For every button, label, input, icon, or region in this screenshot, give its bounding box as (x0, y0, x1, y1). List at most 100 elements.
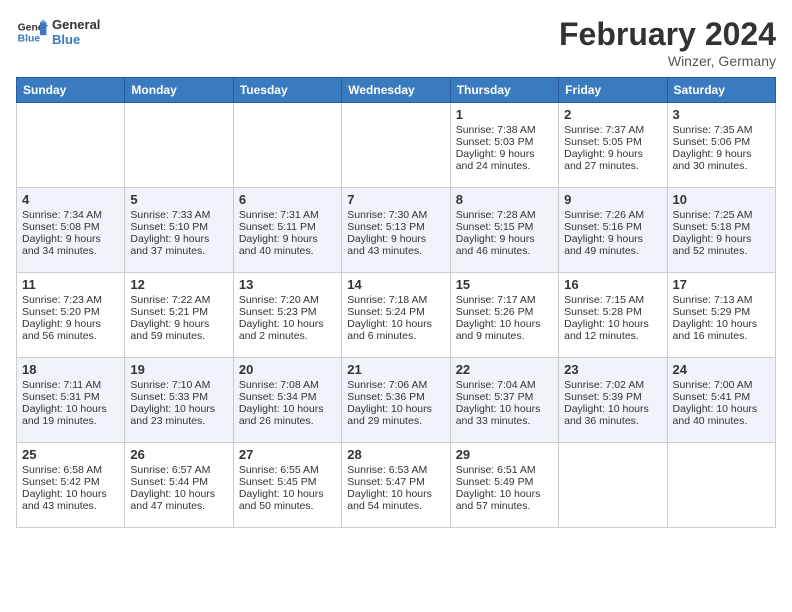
calendar-cell: 4Sunrise: 7:34 AMSunset: 5:08 PMDaylight… (17, 188, 125, 273)
day-number: 14 (347, 277, 444, 292)
calendar-cell: 27Sunrise: 6:55 AMSunset: 5:45 PMDayligh… (233, 443, 341, 528)
header-row: SundayMondayTuesdayWednesdayThursdayFrid… (17, 78, 776, 103)
day-info: Sunset: 5:39 PM (564, 391, 661, 403)
day-info: Sunset: 5:29 PM (673, 306, 770, 318)
day-number: 3 (673, 107, 770, 122)
day-info: Sunrise: 7:13 AM (673, 294, 770, 306)
day-info: Daylight: 10 hours and 57 minutes. (456, 488, 553, 512)
calendar-cell (342, 103, 450, 188)
calendar-cell: 11Sunrise: 7:23 AMSunset: 5:20 PMDayligh… (17, 273, 125, 358)
week-row-5: 25Sunrise: 6:58 AMSunset: 5:42 PMDayligh… (17, 443, 776, 528)
calendar-cell: 10Sunrise: 7:25 AMSunset: 5:18 PMDayligh… (667, 188, 775, 273)
day-info: Sunset: 5:37 PM (456, 391, 553, 403)
day-info: Sunset: 5:06 PM (673, 136, 770, 148)
day-info: Sunset: 5:28 PM (564, 306, 661, 318)
day-info: Sunrise: 7:25 AM (673, 209, 770, 221)
day-info: Sunset: 5:08 PM (22, 221, 119, 233)
day-info: Sunset: 5:26 PM (456, 306, 553, 318)
day-info: Daylight: 10 hours and 43 minutes. (22, 488, 119, 512)
logo-line2: Blue (52, 32, 100, 47)
title-block: February 2024 Winzer, Germany (559, 16, 776, 69)
day-info: Sunset: 5:23 PM (239, 306, 336, 318)
day-info: Daylight: 9 hours and 56 minutes. (22, 318, 119, 342)
calendar-cell: 15Sunrise: 7:17 AMSunset: 5:26 PMDayligh… (450, 273, 558, 358)
day-info: Sunset: 5:41 PM (673, 391, 770, 403)
calendar-cell: 29Sunrise: 6:51 AMSunset: 5:49 PMDayligh… (450, 443, 558, 528)
calendar-cell: 18Sunrise: 7:11 AMSunset: 5:31 PMDayligh… (17, 358, 125, 443)
col-header-monday: Monday (125, 78, 233, 103)
calendar-cell (667, 443, 775, 528)
col-header-tuesday: Tuesday (233, 78, 341, 103)
col-header-sunday: Sunday (17, 78, 125, 103)
day-info: Daylight: 9 hours and 46 minutes. (456, 233, 553, 257)
calendar-cell: 12Sunrise: 7:22 AMSunset: 5:21 PMDayligh… (125, 273, 233, 358)
day-info: Sunset: 5:03 PM (456, 136, 553, 148)
day-info: Sunrise: 7:33 AM (130, 209, 227, 221)
day-info: Sunrise: 7:34 AM (22, 209, 119, 221)
day-number: 2 (564, 107, 661, 122)
day-number: 8 (456, 192, 553, 207)
col-header-friday: Friday (559, 78, 667, 103)
day-number: 16 (564, 277, 661, 292)
day-info: Sunrise: 7:17 AM (456, 294, 553, 306)
calendar-cell: 9Sunrise: 7:26 AMSunset: 5:16 PMDaylight… (559, 188, 667, 273)
calendar-cell: 13Sunrise: 7:20 AMSunset: 5:23 PMDayligh… (233, 273, 341, 358)
calendar-cell: 14Sunrise: 7:18 AMSunset: 5:24 PMDayligh… (342, 273, 450, 358)
calendar-cell: 25Sunrise: 6:58 AMSunset: 5:42 PMDayligh… (17, 443, 125, 528)
calendar-cell: 6Sunrise: 7:31 AMSunset: 5:11 PMDaylight… (233, 188, 341, 273)
calendar-cell (17, 103, 125, 188)
day-info: Daylight: 10 hours and 54 minutes. (347, 488, 444, 512)
day-info: Daylight: 10 hours and 23 minutes. (130, 403, 227, 427)
day-info: Sunset: 5:49 PM (456, 476, 553, 488)
day-number: 24 (673, 362, 770, 377)
day-number: 9 (564, 192, 661, 207)
day-info: Sunrise: 7:10 AM (130, 379, 227, 391)
day-info: Sunset: 5:11 PM (239, 221, 336, 233)
calendar-cell: 16Sunrise: 7:15 AMSunset: 5:28 PMDayligh… (559, 273, 667, 358)
day-info: Daylight: 10 hours and 50 minutes. (239, 488, 336, 512)
day-info: Daylight: 10 hours and 36 minutes. (564, 403, 661, 427)
day-info: Sunset: 5:16 PM (564, 221, 661, 233)
calendar-cell: 8 Sunrise: 7:28 AMSunset: 5:15 PMDaylight… (450, 188, 558, 273)
day-info: Sunrise: 6:58 AM (22, 464, 119, 476)
day-info: Daylight: 10 hours and 47 minutes. (130, 488, 227, 512)
calendar-cell: 23Sunrise: 7:02 AMSunset: 5:39 PMDayligh… (559, 358, 667, 443)
day-number: 1 (456, 107, 553, 122)
day-info: Daylight: 10 hours and 2 minutes. (239, 318, 336, 342)
day-number: 10 (673, 192, 770, 207)
day-info: Sunrise: 7:22 AM (130, 294, 227, 306)
location: Winzer, Germany (559, 53, 776, 69)
calendar-cell: 24Sunrise: 7:00 AMSunset: 5:41 PMDayligh… (667, 358, 775, 443)
day-info: Sunset: 5:47 PM (347, 476, 444, 488)
svg-text:Blue: Blue (18, 34, 41, 45)
day-info: Sunrise: 7:15 AM (564, 294, 661, 306)
day-info: Sunset: 5:42 PM (22, 476, 119, 488)
day-info: Sunrise: 7:06 AM (347, 379, 444, 391)
week-row-2: 4Sunrise: 7:34 AMSunset: 5:08 PMDaylight… (17, 188, 776, 273)
day-info: Sunset: 5:15 PM (456, 221, 553, 233)
day-info: Sunrise: 7:38 AM (456, 124, 553, 136)
day-info: Daylight: 10 hours and 19 minutes. (22, 403, 119, 427)
day-info: Sunrise: 7:28 AM (456, 209, 553, 221)
day-number: 20 (239, 362, 336, 377)
day-info: Daylight: 9 hours and 40 minutes. (239, 233, 336, 257)
day-info: Sunset: 5:20 PM (22, 306, 119, 318)
day-info: Daylight: 9 hours and 49 minutes. (564, 233, 661, 257)
calendar-cell (125, 103, 233, 188)
day-number: 29 (456, 447, 553, 462)
day-info: Sunrise: 7:35 AM (673, 124, 770, 136)
day-number: 15 (456, 277, 553, 292)
calendar-table: SundayMondayTuesdayWednesdayThursdayFrid… (16, 77, 776, 528)
day-info: Sunrise: 6:55 AM (239, 464, 336, 476)
day-number: 17 (673, 277, 770, 292)
day-info: Daylight: 10 hours and 29 minutes. (347, 403, 444, 427)
calendar-cell: 3Sunrise: 7:35 AMSunset: 5:06 PMDaylight… (667, 103, 775, 188)
day-info: Sunset: 5:36 PM (347, 391, 444, 403)
day-info: Sunset: 5:18 PM (673, 221, 770, 233)
day-number: 19 (130, 362, 227, 377)
day-number: 12 (130, 277, 227, 292)
day-info: Daylight: 9 hours and 43 minutes. (347, 233, 444, 257)
day-number: 7 (347, 192, 444, 207)
day-info: Sunset: 5:44 PM (130, 476, 227, 488)
week-row-1: 1Sunrise: 7:38 AMSunset: 5:03 PMDaylight… (17, 103, 776, 188)
